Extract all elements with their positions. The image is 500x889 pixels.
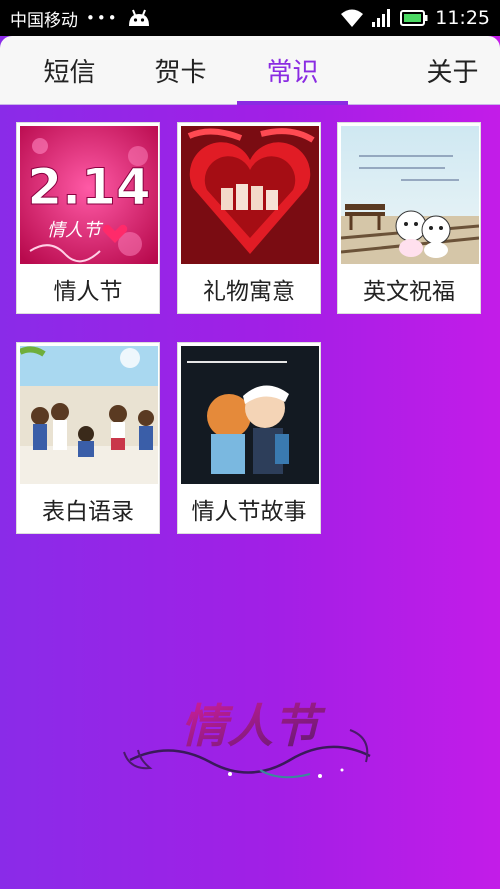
card-label: 英文祝福 bbox=[363, 279, 455, 305]
valentine-logo: 情人节 bbox=[110, 690, 390, 790]
android-icon bbox=[127, 9, 151, 27]
tab-about[interactable]: 关于 bbox=[400, 36, 500, 105]
cartoon-students-confession-image bbox=[20, 346, 158, 484]
card-label: 礼物寓意 bbox=[203, 279, 295, 305]
active-tab-indicator bbox=[237, 101, 348, 105]
card-english-wishes[interactable]: 英文祝福 bbox=[337, 122, 481, 314]
card-label: 情人节 bbox=[53, 279, 123, 305]
tab-knowledge[interactable]: 常识 bbox=[237, 36, 348, 105]
card-valentines-day[interactable]: 2.14 情人节 情人节 bbox=[16, 122, 160, 314]
card-gift-meanings[interactable]: 礼物寓意 bbox=[177, 122, 321, 314]
cartoon-kiss-image bbox=[181, 346, 319, 484]
cartoon-couple-railway-image bbox=[341, 126, 479, 264]
signal-icon bbox=[371, 8, 393, 28]
tab-bar: 短信 贺卡 常识 关于 bbox=[0, 36, 500, 105]
valentine-214-image: 2.14 情人节 bbox=[20, 126, 158, 264]
tab-sms[interactable]: 短信 bbox=[14, 36, 125, 105]
card-valentine-stories[interactable]: 情人节故事 bbox=[177, 342, 321, 534]
card-label: 情人节故事 bbox=[191, 499, 307, 525]
card-label: 表白语录 bbox=[42, 499, 134, 525]
heart-gift-box-image bbox=[181, 126, 319, 264]
battery-icon bbox=[400, 9, 428, 27]
tab-greeting-cards[interactable]: 贺卡 bbox=[125, 36, 236, 105]
image-date-text: 2.14 bbox=[27, 158, 150, 216]
clock: 11:25 bbox=[435, 7, 490, 29]
carrier-label: 中国移动 bbox=[10, 10, 78, 31]
notification-dots: ••• bbox=[86, 9, 119, 27]
status-bar: 中国移动 ••• 11:25 bbox=[0, 0, 500, 36]
image-caption-text: 情人节 bbox=[47, 220, 104, 241]
card-confession-quotes[interactable]: 表白语录 bbox=[16, 342, 160, 534]
wifi-icon bbox=[340, 8, 364, 28]
logo-text: 情人节 bbox=[181, 699, 326, 753]
